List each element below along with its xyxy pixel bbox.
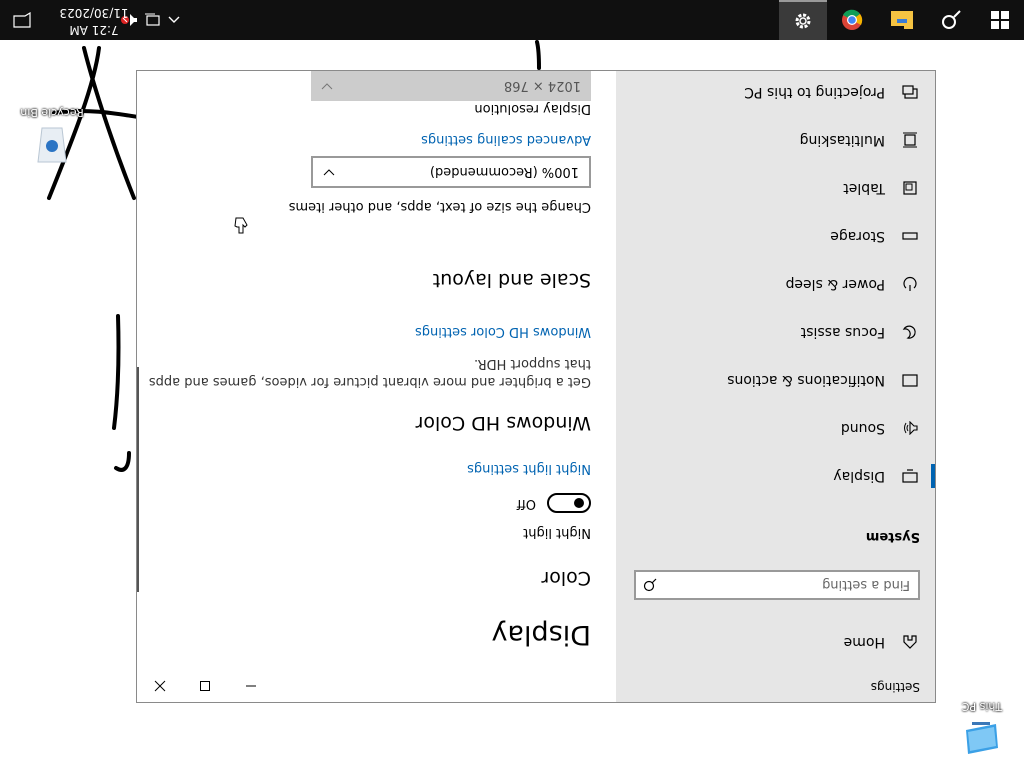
search-icon <box>942 10 961 29</box>
page-title: Display <box>491 619 591 650</box>
sidebar-item-power-sleep[interactable]: Power & sleep <box>616 260 935 308</box>
sidebar-item-sound[interactable]: Sound <box>616 404 935 452</box>
multitasking-icon <box>900 132 920 148</box>
minimize-button[interactable] <box>228 670 274 702</box>
taskbar-settings[interactable] <box>779 0 827 40</box>
chevron-up-icon <box>168 16 180 23</box>
monitor-icon <box>900 469 920 483</box>
sidebar-item-label: Home <box>843 634 885 650</box>
home-icon <box>900 634 920 650</box>
sidebar-item-notifications[interactable]: Notifications & actions <box>616 356 935 404</box>
windows-start-icon <box>991 11 1009 29</box>
sidebar-item-multitasking[interactable]: Multitasking <box>616 116 935 164</box>
search-button[interactable] <box>927 0 975 40</box>
close-icon <box>154 680 166 692</box>
content-pane: Display Color Night light Off Night ligh… <box>137 71 616 702</box>
start-button[interactable] <box>976 0 1024 40</box>
hd-color-settings-link[interactable]: Windows HD Color settings <box>415 324 591 339</box>
power-icon <box>900 276 920 292</box>
sidebar-item-label: Tablet <box>843 180 885 196</box>
screen-rotated: This PC Recycle Bin Settings Home Find a… <box>0 0 1024 768</box>
sidebar-item-label: Power & sleep <box>785 276 885 292</box>
settings-window: Settings Home Find a setting System Disp… <box>136 70 936 703</box>
search-input[interactable]: Find a setting <box>634 570 920 600</box>
window-title: Settings <box>870 680 920 694</box>
scale-dropdown-value: 100% (Recommended) <box>429 164 579 180</box>
search-placeholder: Find a setting <box>822 577 910 593</box>
color-heading: Color <box>541 567 591 589</box>
scrollbar[interactable] <box>137 367 139 592</box>
network-icon <box>145 13 160 26</box>
recycle-bin-icon <box>37 127 67 163</box>
maximize-button[interactable] <box>182 670 228 702</box>
night-light-label: Night light <box>523 525 591 540</box>
sidebar-item-label: Focus assist <box>800 324 885 340</box>
search-icon[interactable] <box>636 578 664 592</box>
tray-chevron[interactable] <box>162 0 186 40</box>
chevron-down-icon <box>323 169 335 176</box>
sidebar-item-label: Projecting to this PC <box>744 84 885 100</box>
hd-color-desc-2: that support HDR. <box>473 356 591 371</box>
file-explorer-icon <box>891 11 913 29</box>
settings-gear-icon <box>795 13 811 29</box>
maximize-icon <box>200 681 210 691</box>
sidebar-item-label: Notifications & actions <box>727 372 885 388</box>
tablet-icon <box>900 180 920 196</box>
this-pc-icon <box>966 722 998 754</box>
storage-icon <box>900 231 920 241</box>
clock-time: 7:21 AM <box>69 23 119 37</box>
resolution-value: 1024 × 768 <box>503 78 581 94</box>
moon-icon <box>900 324 920 340</box>
scale-dropdown[interactable]: 100% (Recommended) <box>311 156 591 188</box>
hand-cursor-icon <box>234 217 248 234</box>
sidebar: Settings Home Find a setting System Disp… <box>616 71 935 702</box>
sidebar-item-label: Multitasking <box>799 132 885 148</box>
section-heading-system: System <box>865 529 920 544</box>
sidebar-item-home[interactable]: Home <box>616 618 935 666</box>
resolution-label: Display resolution <box>474 101 591 116</box>
night-light-state: Off <box>516 496 536 511</box>
sidebar-item-projecting[interactable]: Projecting to this PC <box>616 68 935 116</box>
hd-color-desc-1: Get a brighter and more vibrant picture … <box>148 374 591 389</box>
night-light-settings-link[interactable]: Night light settings <box>467 461 591 476</box>
sidebar-item-label: Display <box>833 468 885 484</box>
scale-layout-heading: Scale and layout <box>432 269 591 291</box>
action-center-icon <box>13 12 31 28</box>
projecting-icon <box>900 85 920 99</box>
chrome-icon <box>842 9 863 30</box>
sidebar-item-tablet[interactable]: Tablet <box>616 164 935 212</box>
clock-date: 11/30/2023 <box>59 6 129 20</box>
taskbar-chrome[interactable] <box>828 0 876 40</box>
sidebar-item-display[interactable]: Display <box>616 452 935 500</box>
action-center-button[interactable] <box>0 0 44 40</box>
desktop-icon-label: This PC <box>961 700 1003 713</box>
resolution-dropdown[interactable]: 1024 × 768 <box>311 71 591 101</box>
taskbar: 7:21 AM 11/30/2023 <box>0 0 1024 40</box>
desktop-icon-this-pc[interactable]: This PC <box>950 700 1014 758</box>
toggle-knob <box>574 498 584 508</box>
close-button[interactable] <box>137 670 183 702</box>
sidebar-item-label: Storage <box>830 228 885 244</box>
desktop-icon-recycle-bin[interactable]: Recycle Bin <box>20 106 84 168</box>
chevron-down-icon <box>321 83 333 90</box>
sidebar-item-label: Sound <box>840 420 885 436</box>
advanced-scaling-link[interactable]: Advanced scaling settings <box>421 132 591 147</box>
speaker-icon <box>900 421 920 435</box>
hd-color-heading: Windows HD Color <box>415 412 591 434</box>
desktop-icon-label: Recycle Bin <box>20 106 84 119</box>
night-light-toggle[interactable] <box>547 493 591 513</box>
taskbar-file-explorer[interactable] <box>878 0 926 40</box>
sidebar-item-focus-assist[interactable]: Focus assist <box>616 308 935 356</box>
scale-desc: Change the size of text, apps, and other… <box>288 199 591 214</box>
sidebar-item-storage[interactable]: Storage <box>616 212 935 260</box>
taskbar-clock[interactable]: 7:21 AM 11/30/2023 <box>44 2 144 38</box>
notification-icon <box>900 373 920 387</box>
minimize-icon <box>246 685 256 687</box>
